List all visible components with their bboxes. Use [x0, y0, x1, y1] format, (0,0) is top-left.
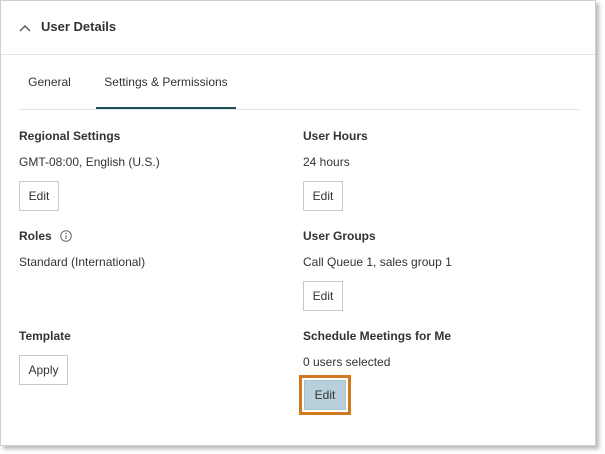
user-details-panel: User Details General Settings & Permissi…	[0, 0, 596, 446]
highlight-frame: Edit	[299, 375, 351, 415]
user-hours-edit-button[interactable]: Edit	[303, 181, 343, 211]
schedule-meetings-title: Schedule Meetings for Me	[303, 329, 452, 343]
tab-settings-permissions[interactable]: Settings & Permissions	[96, 56, 236, 109]
user-hours-title: User Hours	[303, 129, 368, 143]
regional-settings-edit-button[interactable]: Edit	[19, 181, 59, 211]
roles-title-row: Roles	[19, 229, 145, 243]
panel-title: User Details	[41, 19, 117, 34]
info-icon[interactable]	[59, 230, 72, 242]
user-hours-value: 24 hours	[303, 155, 350, 169]
regional-settings-value: GMT-08:00, English (U.S.)	[19, 155, 160, 169]
tab-general[interactable]: General	[19, 56, 80, 109]
chevron-up-icon[interactable]	[18, 21, 32, 35]
user-groups-section: User Groups Call Queue 1, sales group 1 …	[303, 229, 452, 311]
template-apply-button[interactable]: Apply	[19, 355, 68, 385]
schedule-meetings-edit-button[interactable]: Edit	[304, 380, 346, 410]
panel-header[interactable]: User Details	[1, 1, 595, 55]
regional-settings-section: Regional Settings GMT-08:00, English (U.…	[19, 129, 160, 211]
template-section: Template Apply	[19, 329, 71, 385]
roles-value: Standard (International)	[19, 255, 146, 269]
user-groups-title: User Groups	[303, 229, 376, 243]
regional-settings-title: Regional Settings	[19, 129, 121, 143]
schedule-meetings-section: Schedule Meetings for Me 0 users selecte…	[299, 329, 452, 415]
user-groups-edit-button[interactable]: Edit	[303, 281, 343, 311]
roles-title: Roles	[19, 229, 52, 243]
schedule-meetings-value: 0 users selected	[303, 355, 391, 369]
tab-bar: General Settings & Permissions	[19, 56, 579, 110]
user-groups-value: Call Queue 1, sales group 1	[303, 255, 452, 269]
template-title: Template	[19, 329, 71, 343]
roles-section: Roles Standard (International)	[19, 229, 145, 269]
user-hours-section: User Hours 24 hours Edit	[303, 129, 368, 211]
